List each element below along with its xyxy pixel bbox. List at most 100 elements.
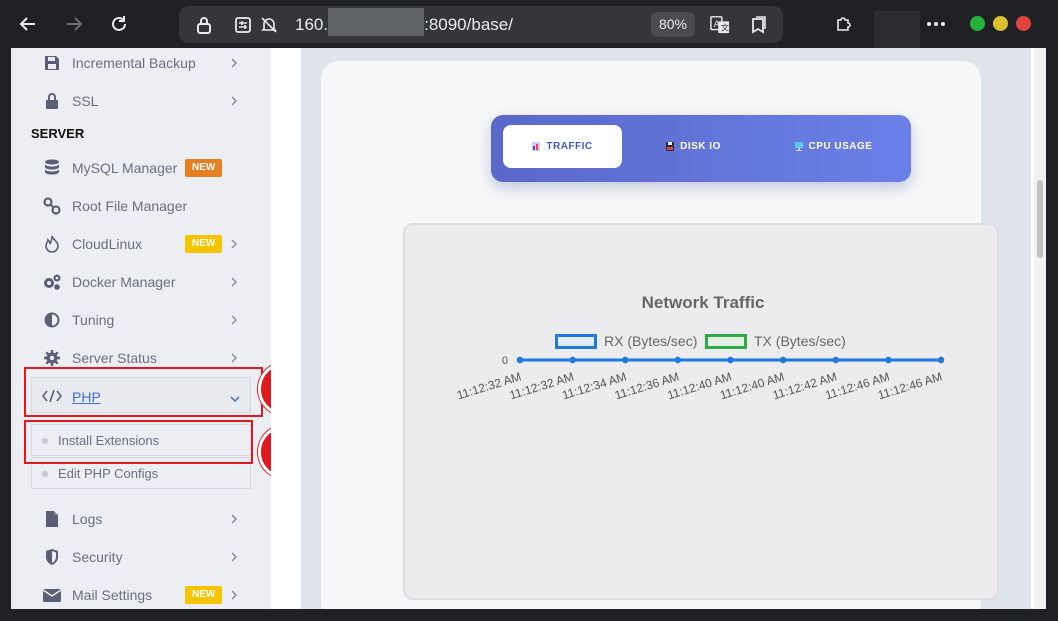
zoom-indicator[interactable]: 80% [651,12,695,37]
chevron-right-icon [230,237,240,251]
sidebar-item-cloudlinux[interactable]: CloudLinux NEW [11,226,261,262]
data-point-rx[interactable] [779,356,787,364]
new-badge: NEW [185,159,223,177]
tab-label: CPU USAGE [808,141,873,152]
address-bar[interactable]: 160. :8090/base/ 80% A文 [179,6,783,43]
chart-icon [532,142,541,151]
chevron-right-icon [230,512,240,526]
url-path: :8090/base/ [424,15,513,34]
tab-cpu-usage[interactable]: CPU USAGE [771,125,896,168]
maximize-window-button[interactable] [970,16,985,31]
tab-disk-io[interactable]: DISK IO [641,125,746,168]
sidebar-item-mysql-manager[interactable]: MySQL Manager NEW [11,150,261,186]
sidebar-item-tuning[interactable]: Tuning [11,302,261,338]
menu-button[interactable] [924,12,948,36]
data-point-rx[interactable] [622,356,629,364]
sidebar: Incremental Backup SSL SERVER MySQL Mana… [11,48,271,609]
sidebar-item-label: Logs [72,511,103,527]
translate-icon[interactable]: A文 [710,15,730,35]
extensions-button[interactable] [832,12,856,36]
sidebar-item-security[interactable]: Security [11,539,261,575]
sidebar-item-label: Docker Manager [72,274,176,290]
floppy-icon [666,142,675,151]
profile-area[interactable] [874,11,920,48]
sidebar-item-mail-settings[interactable]: Mail Settings NEW [11,577,261,609]
lock-icon[interactable] [194,15,214,35]
highlight-box-install-extensions [24,420,253,464]
stats-tabs: TRAFFIC DISK IO CPU USAGE [491,115,911,182]
gear-icon [42,348,62,368]
reload-icon [112,16,126,31]
tab-traffic[interactable]: TRAFFIC [503,125,622,168]
sidebar-item-label: Incremental Backup [72,55,196,71]
reload-button[interactable] [107,12,131,36]
chevron-right-icon [230,56,240,70]
data-point-rx[interactable] [569,356,576,364]
data-point-rx[interactable] [937,356,945,364]
data-point-rx[interactable] [727,356,734,364]
chevron-right-icon [230,313,240,327]
sidebar-item-root-file-manager[interactable]: Root File Manager [11,188,261,224]
sidebar-item-label: Server Status [72,350,157,366]
sidebar-item-label: CloudLinux [72,236,143,252]
sidebar-item-docker-manager[interactable]: Docker Manager [11,264,261,300]
back-button[interactable] [16,12,40,36]
data-point-rx[interactable] [516,356,524,364]
sidebar-section-heading: SERVER [31,126,85,141]
chevron-right-icon [230,94,240,108]
site-settings-icon[interactable] [233,15,253,35]
scrollbar-thumb[interactable] [1037,180,1043,258]
sidebar-item-label: MySQL Manager [72,160,178,176]
fire-icon [42,234,62,254]
chart-plot-area: 011:12:32 AM11:12:32 AM11:12:34 AM11:12:… [455,355,945,402]
sidebar-item-label: Security [72,549,123,565]
data-point-rx[interactable] [674,356,682,364]
monitor-icon [794,142,803,151]
mail-icon [42,585,62,605]
forward-button[interactable] [62,12,86,36]
link-icon [42,196,62,216]
reading-list-icon[interactable] [748,15,768,35]
new-badge: NEW [185,235,223,253]
browser-toolbar: 160. :8090/base/ 80% A文 [0,0,1058,48]
url-text[interactable]: 160. :8090/base/ [295,7,513,36]
more-icon [927,22,945,26]
svg-text:文: 文 [721,22,729,32]
close-window-button[interactable] [1016,16,1031,31]
data-point-rx[interactable] [885,356,892,364]
redacted-ip [328,7,425,36]
highlight-box-php [24,367,263,417]
main-content: TRAFFIC DISK IO CPU USAGE Network Traffi… [271,48,1046,609]
adjust-icon [42,310,62,330]
bullet-icon [42,471,48,477]
lock-icon [42,91,62,111]
sidebar-item-label: Mail Settings [72,587,153,603]
url-host-prefix: 160. [295,15,329,34]
sidebar-subitem-label: Edit PHP Configs [58,466,159,481]
sidebar-item-label: SSL [72,93,99,109]
chevron-right-icon [230,550,240,564]
minimize-window-button[interactable] [993,16,1008,31]
sidebar-item-label: Root File Manager [72,198,188,214]
notifications-off-icon[interactable] [259,15,279,35]
arrow-right-icon [67,17,83,31]
chevron-right-icon [230,275,240,289]
sidebar-item-label: Tuning [72,312,115,328]
sidebar-item-logs[interactable]: Logs [11,501,261,537]
puzzle-icon [837,17,851,31]
save-icon [42,53,62,73]
chevron-right-icon [230,351,240,365]
sidebar-item-incremental-backup[interactable]: Incremental Backup [11,48,261,81]
shield-icon [42,547,62,567]
tab-label: DISK IO [680,141,721,152]
sidebar-item-ssl[interactable]: SSL [11,83,261,119]
page-viewport: Incremental Backup SSL SERVER MySQL Mana… [11,48,1046,609]
tab-label: TRAFFIC [546,141,593,152]
stats-card: TRAFFIC DISK IO CPU USAGE Network Traffi… [321,61,999,609]
data-point-rx[interactable] [832,356,839,364]
file-icon [42,509,62,529]
scrollbar-track[interactable] [1034,48,1046,609]
arrow-left-icon [19,17,35,31]
new-badge: NEW [185,586,223,604]
network-traffic-chart: Network Traffic RX (Bytes/sec) TX (Bytes… [403,223,999,600]
